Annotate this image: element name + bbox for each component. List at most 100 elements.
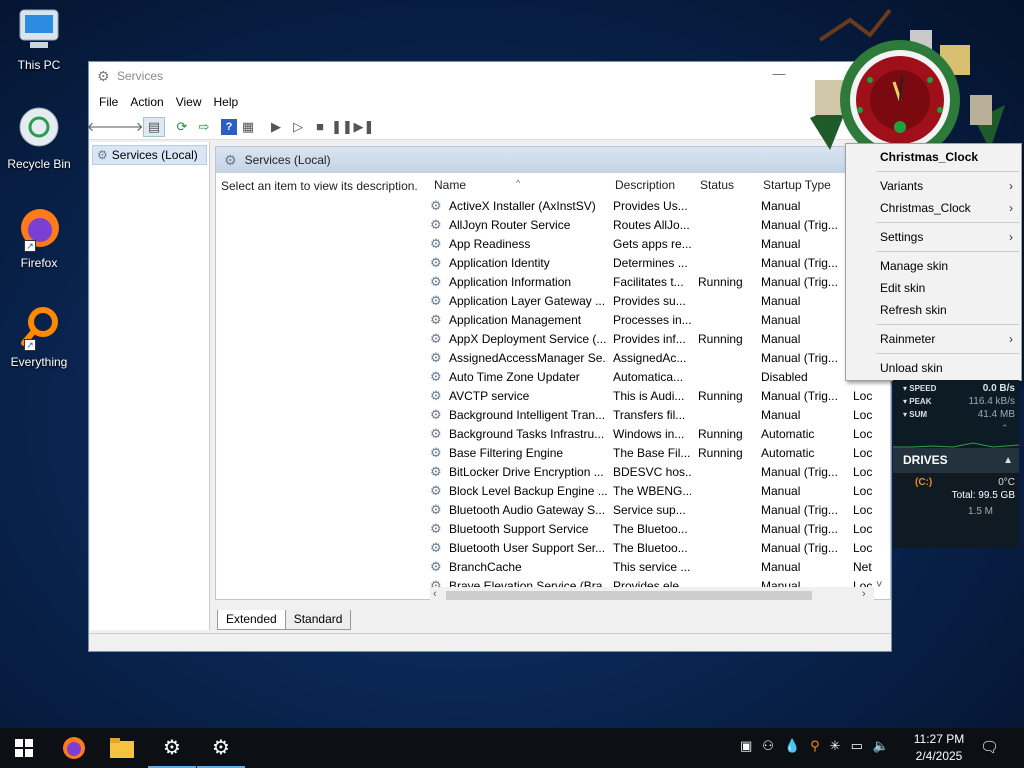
cell-description: Windows in... [613, 427, 685, 441]
table-row[interactable]: ⚙ Application Management Processes in... Ma… [430, 311, 890, 330]
cell-startup-type: Automatic [761, 427, 815, 441]
cell-description: Service sup... [613, 503, 686, 517]
table-row[interactable]: ⚙ Application Identity Determines ... Manua… [430, 254, 890, 273]
menu-item-refresh-skin[interactable]: Refresh skin [846, 299, 1021, 321]
menu-item-skin-name[interactable]: Christmas_Clock [846, 146, 1021, 168]
scroll-down-icon[interactable]: ˅ [876, 579, 882, 591]
cell-name: Background Intelligent Tran... [449, 408, 606, 422]
start-button[interactable] [0, 728, 48, 768]
taskbar-file-explorer[interactable] [98, 728, 146, 768]
start-service-icon[interactable]: ▶ [265, 117, 287, 137]
tray-network-icon[interactable]: ▭ [851, 738, 873, 753]
refresh-icon[interactable]: ⟳ [171, 117, 193, 137]
table-row[interactable]: ⚙ Auto Time Zone Updater Automatica... Disa… [430, 368, 890, 387]
horizontal-scrollbar[interactable]: ‹ › [430, 587, 874, 603]
window-titlebar[interactable]: ⚙ Services — [89, 62, 891, 90]
gear-icon: ⚙ [212, 736, 230, 759]
table-row[interactable]: ⚙ Application Layer Gateway ... Provides s… [430, 292, 890, 311]
description-prompt: Select an item to view its description. [221, 179, 418, 193]
desktop-icon-this-pc[interactable]: This PC [4, 6, 74, 72]
taskbar-services-2[interactable]: ⚙ [197, 728, 245, 768]
table-row[interactable]: ⚙ BitLocker Drive Encryption ... BDESVC ho… [430, 463, 890, 482]
menu-file[interactable]: File [93, 95, 124, 109]
table-row[interactable]: ⚙ ActiveX Installer (AxInstSV) Provides Us… [430, 197, 890, 216]
desktop-icon-everything[interactable]: ↗ Everything [4, 303, 74, 369]
menu-item-rainmeter[interactable]: Rainmeter › [846, 328, 1021, 350]
desktop-icon-recycle-bin[interactable]: Recycle Bin [4, 105, 74, 171]
menu-item-unload-skin[interactable]: Unload skin [846, 357, 1021, 379]
desktop-icon-firefox[interactable]: ↗ Firefox [4, 204, 74, 270]
tray-app-icon[interactable]: ▣ [740, 738, 762, 753]
table-row[interactable]: ⚙ AppX Deployment Service (... Provides in… [430, 330, 890, 349]
table-row[interactable]: ⚙ Background Intelligent Tran... Transfers… [430, 406, 890, 425]
table-row[interactable]: ⚙ AllJoyn Router Service Routes AllJo... Ma… [430, 216, 890, 235]
table-row[interactable]: ⚙ Brave Elevation Service (Bra... Provides… [430, 577, 890, 587]
start-service-alt-icon[interactable]: ▷ [287, 117, 309, 137]
menu-item-variants[interactable]: Variants › [846, 175, 1021, 197]
speed-label: ▾ SPEED [903, 384, 937, 393]
tray-people-icon[interactable]: ⚇ [762, 738, 784, 753]
stop-service-icon[interactable]: ■ [309, 117, 331, 137]
tab-extended[interactable]: Extended [217, 610, 286, 630]
table-row[interactable]: ⚙ Bluetooth Support Service The Bluetoo...… [430, 520, 890, 539]
table-row[interactable]: ⚙ AVCTP service This is Audi... Running Manu… [430, 387, 890, 406]
system-tray[interactable]: ▣⚇💧⚲✳▭🔈 [740, 738, 899, 754]
table-row[interactable]: ⚙ Bluetooth User Support Ser... The Blueto… [430, 539, 890, 558]
tray-snowflake-icon[interactable]: ✳ [830, 738, 851, 753]
cell-startup-type: Manual [761, 560, 801, 574]
firefox-icon [63, 737, 85, 759]
gear-icon: ⚙ [97, 68, 110, 84]
network-widget[interactable]: ▾ SPEED 0.0 B/s ▾ PEAK 116.4 kB/s ▾ SUM 41.… [893, 380, 1020, 448]
cell-startup-type: Manual (Trig... [761, 275, 838, 289]
scrollbar-thumb[interactable] [446, 591, 812, 600]
cell-name: BranchCache [449, 560, 522, 574]
menu-item-edit-skin[interactable]: Edit skin [846, 277, 1021, 299]
table-row[interactable]: ⚙ Block Level Backup Engine ... The WBENG.… [430, 482, 890, 501]
cell-name: Application Information [449, 275, 572, 289]
show-hide-tree-icon[interactable]: ▤ [143, 116, 165, 137]
export-list-icon[interactable]: ⇨ [193, 117, 215, 137]
cell-startup-type: Disabled [761, 370, 808, 384]
tray-volume-icon[interactable]: 🔈 [873, 738, 899, 753]
cell-startup-type: Manual (Trig... [761, 465, 838, 479]
menu-help[interactable]: Help [208, 95, 245, 109]
pause-service-icon[interactable]: ❚❚ [331, 117, 353, 137]
help-icon[interactable]: ? [221, 118, 237, 135]
table-row[interactable]: ⚙ Bluetooth Audio Gateway S... Service sup… [430, 501, 890, 520]
tray-search-icon[interactable]: ⚲ [810, 738, 830, 753]
taskbar-clock[interactable]: 11:27 PM 2/4/2025 [908, 731, 970, 765]
column-header-startup-type[interactable]: Startup Type [763, 178, 831, 192]
desktop-icon-label: Firefox [20, 256, 58, 270]
table-row[interactable]: ⚙ Base Filtering Engine The Base Fil... Run… [430, 444, 890, 463]
table-row[interactable]: ⚙ Background Tasks Infrastru... Windows in… [430, 425, 890, 444]
menu-action[interactable]: Action [124, 95, 169, 109]
restart-service-icon[interactable]: ▶❚ [353, 117, 375, 137]
column-header-description[interactable]: Description [615, 178, 675, 192]
table-row[interactable]: ⚙ App Readiness Gets apps re... Manual [430, 235, 890, 254]
menu-view[interactable]: View [170, 95, 208, 109]
table-row[interactable]: ⚙ BranchCache This service ... Manual Net [430, 558, 890, 577]
notification-icon[interactable]: 🗨 [980, 738, 999, 756]
column-header-status[interactable]: Status [700, 178, 734, 192]
cell-description: Provides ele... [613, 579, 690, 587]
cell-log-on-as: Loc [853, 465, 873, 479]
tree-node-services-local[interactable]: ⚙ Services (Local) [92, 145, 207, 165]
scroll-right-icon[interactable]: › [862, 588, 866, 600]
menu-item-christmas-clock[interactable]: Christmas_Clock › [846, 197, 1021, 219]
scroll-left-icon[interactable]: ‹ [433, 588, 437, 600]
folder-icon [110, 738, 134, 758]
menu-item-manage-skin[interactable]: Manage skin [846, 255, 1021, 277]
drives-widget[interactable]: DRIVES ▲ (C:) 0°C Total: 99.5 GB 1.5 M [893, 448, 1019, 548]
tree-node-label: Services (Local) [111, 148, 198, 162]
table-row[interactable]: ⚙ Application Information Facilitates t...… [430, 273, 890, 292]
forward-arrow-icon[interactable]: 🡒 [109, 117, 144, 137]
column-header-name[interactable]: Name [434, 178, 466, 192]
tab-standard[interactable]: Standard [284, 610, 352, 630]
table-row[interactable]: ⚙ AssignedAccessManager Se... AssignedAc..… [430, 349, 890, 368]
properties-icon[interactable]: ▦ [237, 117, 259, 137]
collapse-icon[interactable]: ▲ [1003, 448, 1013, 473]
taskbar-firefox[interactable] [50, 728, 98, 768]
tray-droplet-icon[interactable]: 💧 [784, 738, 810, 753]
menu-item-settings[interactable]: Settings › [846, 226, 1021, 248]
taskbar-services[interactable]: ⚙ [148, 728, 196, 768]
